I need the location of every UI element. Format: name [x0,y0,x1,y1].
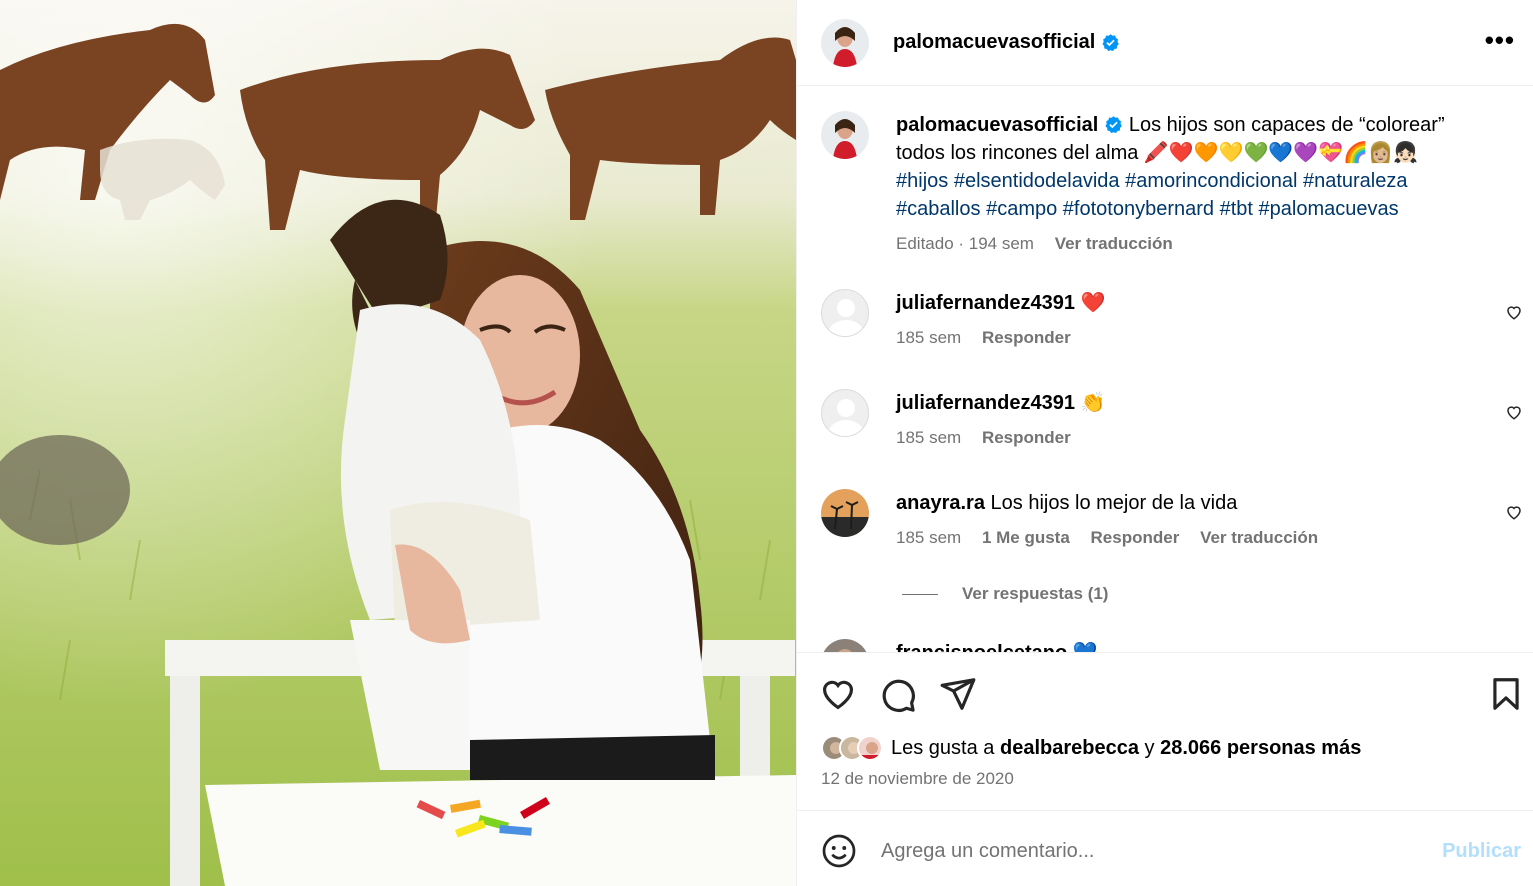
comment-time: 185 sem [896,528,962,547]
caption-body: palomacuevasofficial Los hijos son capac… [896,111,1483,255]
post-actions: Les gusta a dealbarebecca y 28.066 perso… [797,652,1533,810]
view-replies-button[interactable]: Ver respuestas (1) [902,584,1108,604]
caption-meta: Editado · 194 sem Ver traducción [896,233,1483,255]
comment-meta: 185 sem Responder [896,327,1473,349]
comment-body: francisnoelcetano 💙 [896,639,1473,652]
caption-emoji: 🖍️❤️🧡💛💚💙💜💝🌈👩🏼👧🏻 [1143,142,1418,164]
comment-username[interactable]: anayra.ra [896,492,985,514]
liker-username[interactable]: dealbarebecca [1000,737,1139,759]
comment-avatar[interactable] [821,389,869,437]
comment-text: 👏 [1080,392,1106,414]
post-date[interactable]: 12 de noviembre de 2020 [821,769,1014,789]
comment-avatar[interactable] [821,289,869,337]
hashtag[interactable]: #amorincondicional [1125,170,1297,192]
verified-badge-icon [1105,116,1123,134]
caption-username[interactable]: palomacuevasofficial [896,114,1098,136]
comments-list[interactable]: palomacuevasofficial Los hijos son capac… [797,87,1533,652]
photo-illustration [0,0,796,886]
likes-connector: y [1144,736,1155,759]
caption-avatar[interactable] [821,111,869,159]
comment-input[interactable] [881,831,1421,871]
heart-icon[interactable] [1505,403,1523,421]
likes-text: Les gusta a dealbarebecca y 28.066 perso… [891,737,1361,760]
author-avatar[interactable] [821,18,869,67]
more-options-icon[interactable]: ••• [1485,27,1515,53]
comment-meta: 185 sem 1 Me gusta Responder Ver traducc… [896,527,1473,549]
comment-composer: Publicar [797,810,1533,886]
hashtag[interactable]: #elsentidodelavida [954,170,1120,192]
liker-avatar [857,735,883,761]
comment-meta: 185 sem Responder [896,427,1473,449]
publish-button[interactable]: Publicar [1442,840,1521,863]
author-username[interactable]: palomacuevasofficial [893,31,1095,54]
likes-summary: Les gusta a dealbarebecca y 28.066 perso… [821,735,1361,761]
comment-body: anayra.ra Los hijos lo mejor de la vida … [896,489,1473,549]
likes-count[interactable]: 28.066 personas más [1160,737,1361,759]
comment-time: 185 sem [896,328,962,347]
share-icon[interactable] [939,675,977,713]
comment-username[interactable]: juliafernandez4391 [896,392,1075,414]
comment-time: 185 sem [896,428,962,447]
heart-icon[interactable] [819,675,857,713]
comment-body: juliafernandez4391 👏 185 sem Responder [896,389,1473,449]
post-photo[interactable] [0,0,796,886]
likes-prefix: Les gusta a [891,736,995,759]
reply-button[interactable]: Responder [1091,528,1180,547]
post-header: palomacuevasofficial ••• [797,0,1533,86]
comment-icon[interactable] [879,675,917,713]
reply-button[interactable]: Responder [982,328,1071,347]
comment-text: Los hijos lo mejor de la vida [990,492,1238,514]
translate-button[interactable]: Ver traducción [1055,234,1173,253]
verified-badge-icon [1102,34,1120,52]
heart-icon[interactable] [1505,303,1523,321]
replies-divider [902,593,938,595]
post-detail-panel: palomacuevasofficial ••• palomacuevasoff… [796,0,1533,886]
translate-button[interactable]: Ver traducción [1200,528,1318,547]
hashtag[interactable]: #naturaleza [1303,170,1408,192]
caption-edited: Editado · 194 sem [896,234,1034,253]
hashtag[interactable]: #campo [986,198,1057,220]
comment-text: ❤️ [1080,292,1106,314]
hashtag[interactable]: #tbt [1220,198,1253,220]
comment-body: juliafernandez4391 ❤️ 185 sem Responder [896,289,1473,349]
hashtag[interactable]: #palomacuevas [1259,198,1399,220]
comment-avatar[interactable] [821,489,869,537]
bookmark-icon[interactable] [1487,675,1525,713]
comment-username[interactable]: juliafernandez4391 [896,292,1075,314]
view-replies-label: Ver respuestas (1) [962,584,1109,603]
comment-avatar[interactable] [821,639,869,652]
emoji-icon[interactable] [821,833,857,869]
comment-text: 💙 [1073,642,1098,652]
heart-icon[interactable] [1505,503,1523,521]
reply-button[interactable]: Responder [982,428,1071,447]
comment-username[interactable]: francisnoelcetano [896,642,1067,652]
hashtag[interactable]: #fototonybernard [1063,198,1214,220]
hashtag[interactable]: #caballos [896,198,981,220]
hashtag[interactable]: #hijos [896,170,948,192]
comment-likes[interactable]: 1 Me gusta [982,528,1070,547]
